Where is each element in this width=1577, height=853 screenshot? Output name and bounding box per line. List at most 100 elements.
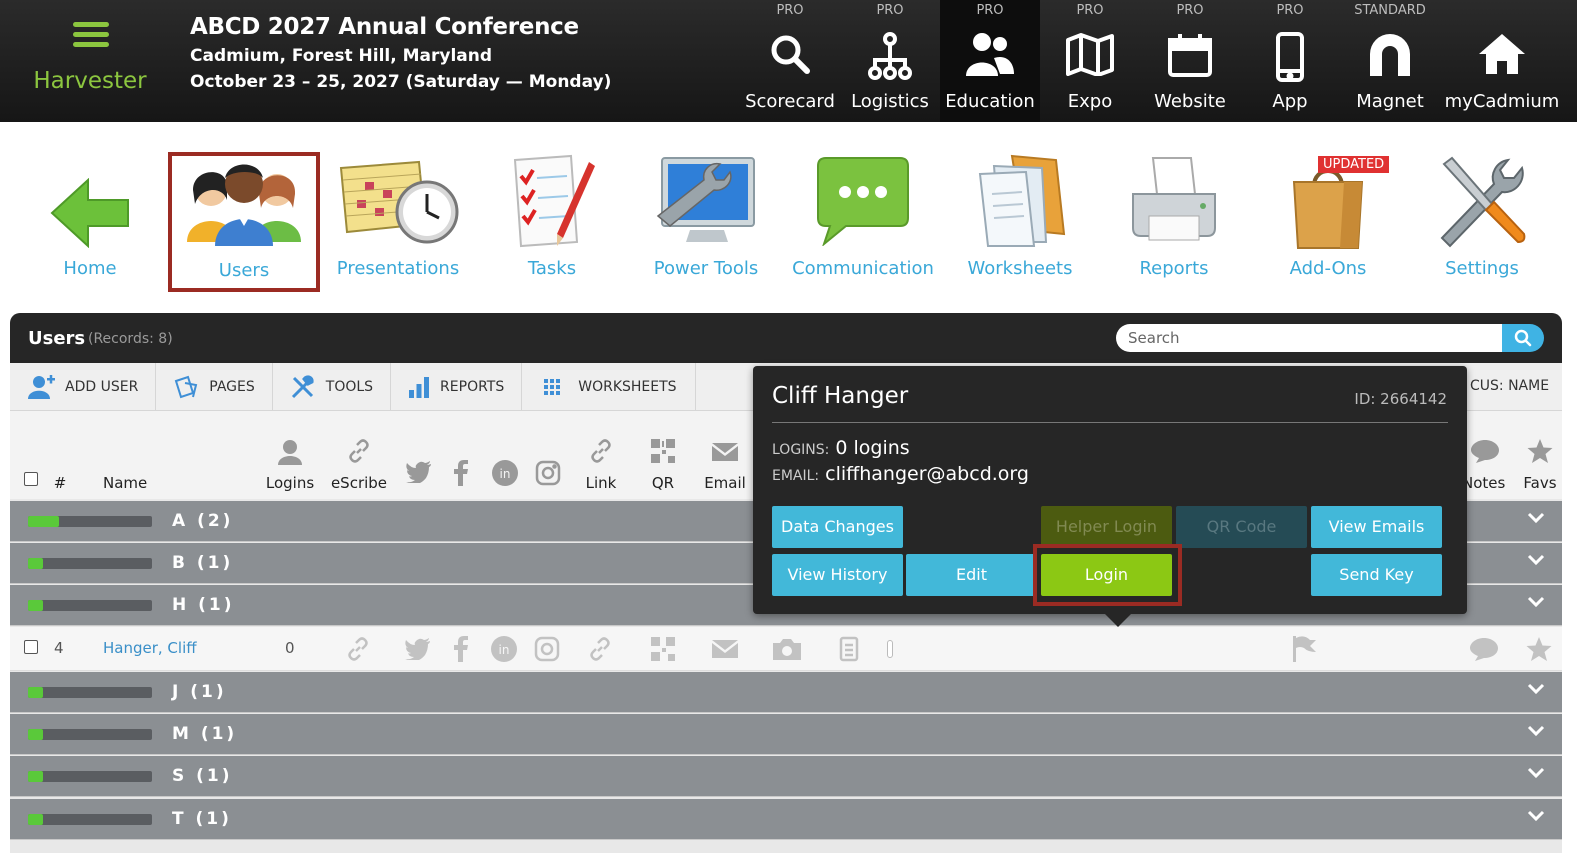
col-qr[interactable]: QR [643,474,683,492]
nav-users[interactable]: Users [168,152,320,292]
add-user-icon [28,374,55,399]
module-scorecard[interactable]: PRO Scorecard [740,0,840,122]
status-toggle[interactable] [887,640,893,658]
edit-button[interactable]: Edit [906,554,1037,596]
nav-presentations[interactable]: Presentations [321,150,475,290]
col-favs[interactable]: Favs [1520,474,1560,492]
chevron-down-icon[interactable] [1526,511,1546,525]
nav-label: Add-Ons [1289,258,1367,279]
email-key: EMAIL: [772,468,820,484]
group-progress [28,558,152,569]
module-tier: PRO [876,3,904,18]
row-checkbox[interactable] [24,640,38,654]
qr-icon[interactable] [651,637,675,661]
document-icon[interactable] [839,636,859,662]
select-all-checkbox[interactable] [24,472,38,486]
module-nav: PRO Scorecard PRO Logistics PRO Educatio… [740,0,1564,122]
module-label: Magnet [1356,91,1424,112]
col-logins[interactable]: Logins [260,474,320,492]
home-icon [1440,32,1564,80]
search-button[interactable] [1502,324,1544,352]
col-link[interactable]: Link [576,474,626,492]
tools-button[interactable]: TOOLS [273,363,392,410]
facebook-icon [446,460,476,486]
view-emails-button[interactable]: View Emails [1311,506,1442,548]
nav-communication[interactable]: Communication [786,150,940,290]
chevron-down-icon[interactable] [1526,595,1546,609]
link-icon[interactable] [588,637,612,661]
group-label: B (1) [172,553,234,573]
pages-button[interactable]: PAGES [156,363,273,410]
nav-home[interactable]: Home [13,150,167,290]
nav-power-tools[interactable]: Power Tools [629,150,783,290]
module-website[interactable]: PRO Website [1140,0,1240,122]
reports-button[interactable]: REPORTS [391,363,523,410]
helper-login-button[interactable]: Helper Login [1041,506,1172,548]
group-progress-fill [28,771,43,782]
user-name-link[interactable]: Hanger, Cliff [103,639,197,657]
send-key-button[interactable]: Send Key [1311,554,1442,596]
divider [772,422,1448,423]
envelope-icon[interactable] [712,640,738,658]
nav-tasks[interactable]: Tasks [475,150,629,290]
nav-reports[interactable]: Reports [1097,150,1251,290]
chevron-down-icon[interactable] [1526,724,1546,738]
col-name[interactable]: Name [103,474,147,492]
worksheets-button[interactable]: WORKSHEETS [522,363,696,410]
star-icon[interactable] [1526,636,1552,662]
reports-label: REPORTS [440,378,505,395]
facebook-icon[interactable] [454,636,468,662]
add-user-button[interactable]: ADD USER [10,363,157,410]
linkedin-icon[interactable]: in [491,636,517,662]
event-info: ABCD 2027 Annual Conference Cadmium, For… [190,14,611,92]
chevron-down-icon[interactable] [1526,766,1546,780]
flag-icon[interactable] [1292,636,1316,662]
star-icon [1525,438,1555,464]
col-notes[interactable]: Notes [1462,474,1512,492]
group-progress [28,814,152,825]
back-arrow-icon [13,154,167,250]
link-icon[interactable] [346,637,370,661]
menu-icon[interactable] [73,22,109,47]
chat-bubble-icon [786,154,940,250]
group-row-j[interactable]: J (1) [10,672,1562,713]
chevron-down-icon[interactable] [1526,553,1546,567]
module-app[interactable]: PRO App [1240,0,1340,122]
module-tier: PRO [776,3,804,18]
module-mycadmium[interactable]: myCadmium [1440,0,1564,122]
qr-code-button[interactable]: QR Code [1176,506,1307,548]
data-changes-button[interactable]: Data Changes [772,506,903,548]
module-expo[interactable]: PRO Expo [1040,0,1140,122]
row-num: 4 [54,639,64,657]
module-logistics[interactable]: PRO Logistics [840,0,940,122]
brand[interactable]: Harvester [0,0,180,122]
nav-worksheets[interactable]: Worksheets [943,150,1097,290]
group-row-s[interactable]: S (1) [10,756,1562,797]
chevron-down-icon[interactable] [1526,682,1546,696]
module-magnet[interactable]: STANDARD Magnet [1340,0,1440,122]
col-escribe[interactable]: eScribe [328,474,390,492]
group-row-t[interactable]: T (1) [10,799,1562,840]
login-highlight [1033,544,1182,606]
col-email[interactable]: Email [700,474,750,492]
group-progress-fill [28,814,43,825]
popup-pointer [1103,612,1133,627]
twitter-icon[interactable] [405,638,431,660]
grid-icon [544,378,561,395]
comment-icon[interactable] [1470,637,1498,661]
table-row[interactable]: 4 Hanger, Cliff 0 in [10,627,1562,671]
group-progress [28,516,152,527]
focus-label[interactable]: CUS: NAME [1470,378,1549,394]
instagram-icon[interactable] [534,636,560,662]
row-logins: 0 [285,639,295,657]
search-input[interactable]: Search [1116,324,1502,352]
camera-icon[interactable] [773,638,801,660]
tools-label: TOOLS [325,378,374,395]
nav-settings[interactable]: Settings [1405,150,1559,290]
chevron-down-icon[interactable] [1526,809,1546,823]
group-label: H (1) [172,595,235,615]
module-education[interactable]: PRO Education [940,0,1040,122]
view-history-button[interactable]: View History [772,554,903,596]
logins-key: LOGINS: [772,442,830,458]
group-row-m[interactable]: M (1) [10,714,1562,755]
